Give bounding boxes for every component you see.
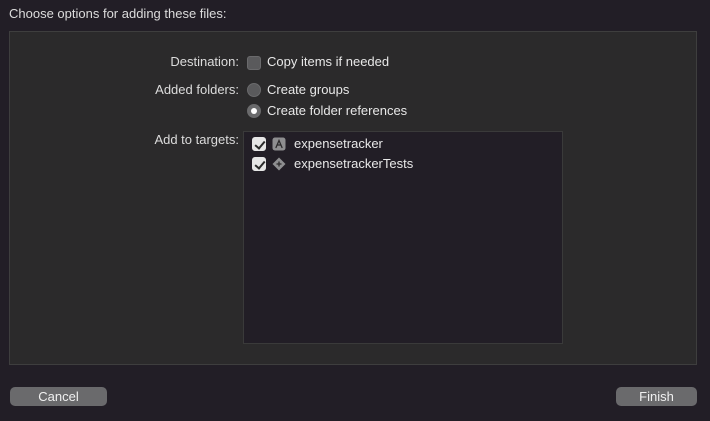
create-folder-references-label[interactable]: Create folder references bbox=[267, 103, 407, 118]
targets-list[interactable]: expensetracker expensetrackerTests bbox=[243, 131, 563, 344]
destination-label: Destination: bbox=[170, 54, 239, 69]
test-target-icon bbox=[272, 157, 286, 171]
target-row-expensetracker[interactable]: expensetracker bbox=[252, 135, 552, 153]
app-target-icon bbox=[272, 137, 286, 151]
copy-items-label[interactable]: Copy items if needed bbox=[267, 54, 389, 69]
target-row-expensetrackertests[interactable]: expensetrackerTests bbox=[252, 155, 552, 173]
create-folder-references-radio[interactable] bbox=[247, 104, 261, 118]
copy-items-checkbox[interactable] bbox=[247, 56, 261, 70]
dialog-title: Choose options for adding these files: bbox=[9, 6, 227, 21]
cancel-button[interactable]: Cancel bbox=[10, 387, 107, 406]
expensetracker-checkbox[interactable] bbox=[252, 137, 266, 151]
finish-button[interactable]: Finish bbox=[616, 387, 697, 406]
added-folders-label: Added folders: bbox=[155, 82, 239, 97]
create-groups-label[interactable]: Create groups bbox=[267, 82, 349, 97]
expensetrackertests-label: expensetrackerTests bbox=[294, 156, 414, 171]
add-to-targets-label: Add to targets: bbox=[154, 132, 239, 147]
expensetracker-label: expensetracker bbox=[294, 136, 383, 151]
expensetrackertests-checkbox[interactable] bbox=[252, 157, 266, 171]
create-groups-radio[interactable] bbox=[247, 83, 261, 97]
